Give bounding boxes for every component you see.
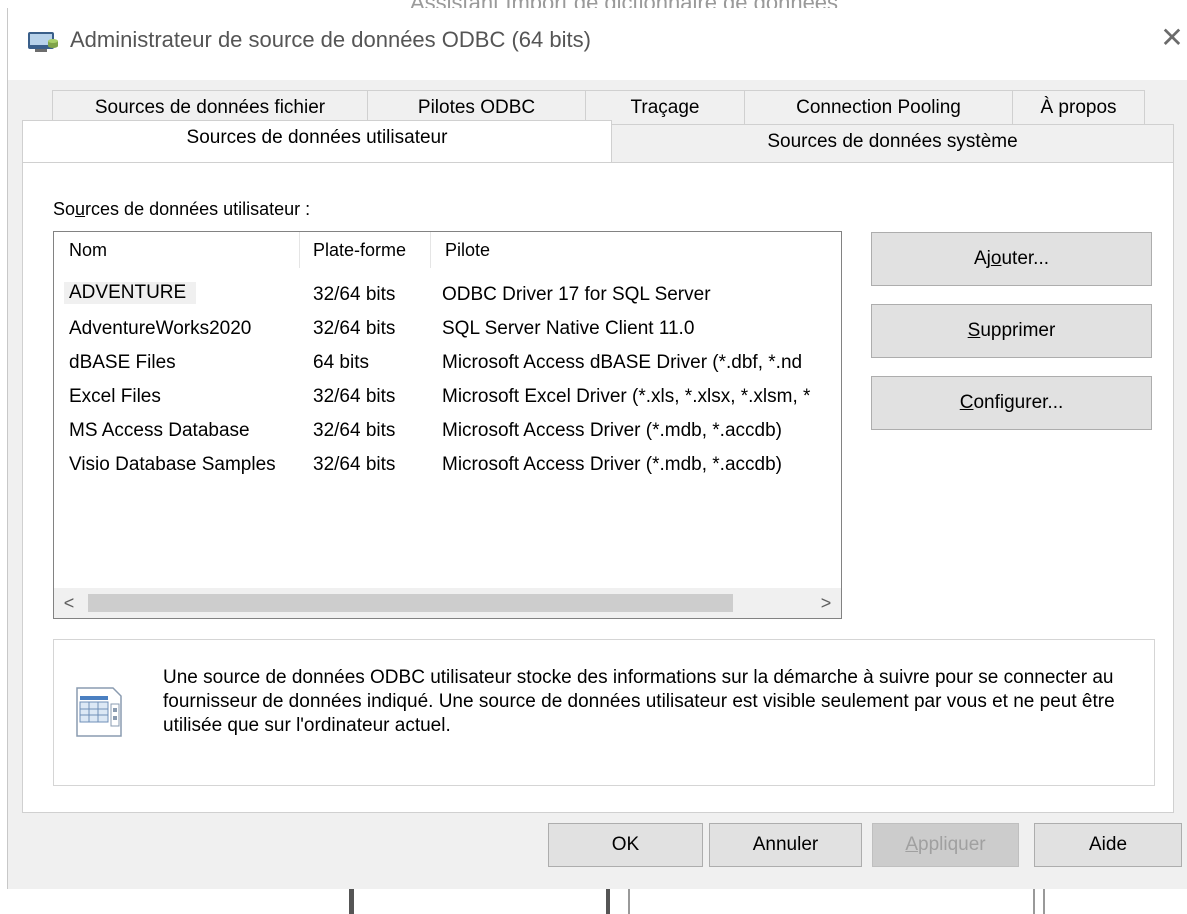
- add-button[interactable]: Ajouter...: [871, 232, 1152, 286]
- list-item[interactable]: dBASE Files 64 bits Microsoft Access dBA…: [54, 348, 841, 382]
- list-item[interactable]: Excel Files 32/64 bits Microsoft Excel D…: [54, 382, 841, 416]
- tab-system-dsn[interactable]: Sources de données système: [611, 124, 1174, 162]
- info-box: Une source de données ODBC utilisateur s…: [53, 639, 1155, 786]
- list-item[interactable]: Visio Database Samples 32/64 bits Micros…: [54, 450, 841, 484]
- background-divider: [606, 889, 610, 914]
- tab-about[interactable]: À propos: [1012, 90, 1145, 126]
- list-item[interactable]: MS Access Database 32/64 bits Microsoft …: [54, 416, 841, 450]
- list-header: Nom Plate-forme Pilote: [54, 232, 841, 268]
- background-divider: [1033, 889, 1035, 914]
- datasource-icon: [71, 674, 135, 738]
- scroll-left-icon[interactable]: <: [54, 588, 84, 618]
- background-divider: [1043, 889, 1045, 914]
- column-header-driver[interactable]: Pilote: [430, 232, 840, 268]
- apply-button[interactable]: Appliquer: [872, 823, 1019, 867]
- close-button[interactable]: ✕: [1157, 22, 1187, 54]
- ok-button[interactable]: OK: [548, 823, 703, 867]
- help-button[interactable]: Aide: [1034, 823, 1182, 867]
- scroll-right-icon[interactable]: >: [811, 588, 841, 618]
- configure-button[interactable]: Configurer...: [871, 376, 1152, 430]
- background-area: [0, 889, 1187, 914]
- title-bar[interactable]: Administrateur de source de données ODBC…: [8, 8, 1187, 80]
- column-header-name[interactable]: Nom: [54, 232, 299, 268]
- column-header-platform[interactable]: Plate-forme: [299, 232, 430, 268]
- list-item[interactable]: AdventureWorks2020 32/64 bits SQL Server…: [54, 314, 841, 348]
- list-item[interactable]: ADVENTURE 32/64 bits ODBC Driver 17 for …: [54, 280, 841, 314]
- dsn-list[interactable]: Nom Plate-forme Pilote ADVENTURE 32/64 b…: [53, 231, 842, 619]
- info-description: Une source de données ODBC utilisateur s…: [163, 667, 1115, 736]
- horizontal-scrollbar[interactable]: < >: [54, 588, 841, 618]
- scrollbar-thumb[interactable]: [88, 594, 733, 612]
- tab-user-dsn[interactable]: Sources de données utilisateur: [22, 120, 612, 162]
- tab-connection-pooling[interactable]: Connection Pooling: [744, 90, 1013, 126]
- cancel-button[interactable]: Annuler: [709, 823, 862, 867]
- odbc-admin-dialog: Administrateur de source de données ODBC…: [7, 8, 1187, 889]
- remove-button[interactable]: Supprimer: [871, 304, 1152, 358]
- user-dsn-panel: Sources de données utilisateur : Nom Pla…: [22, 162, 1174, 813]
- background-divider: [628, 889, 630, 914]
- odbc-app-icon: [27, 29, 59, 53]
- window-title: Administrateur de source de données ODBC…: [70, 27, 591, 52]
- user-dsn-list-label: Sources de données utilisateur :: [53, 199, 311, 219]
- background-divider: [349, 889, 354, 914]
